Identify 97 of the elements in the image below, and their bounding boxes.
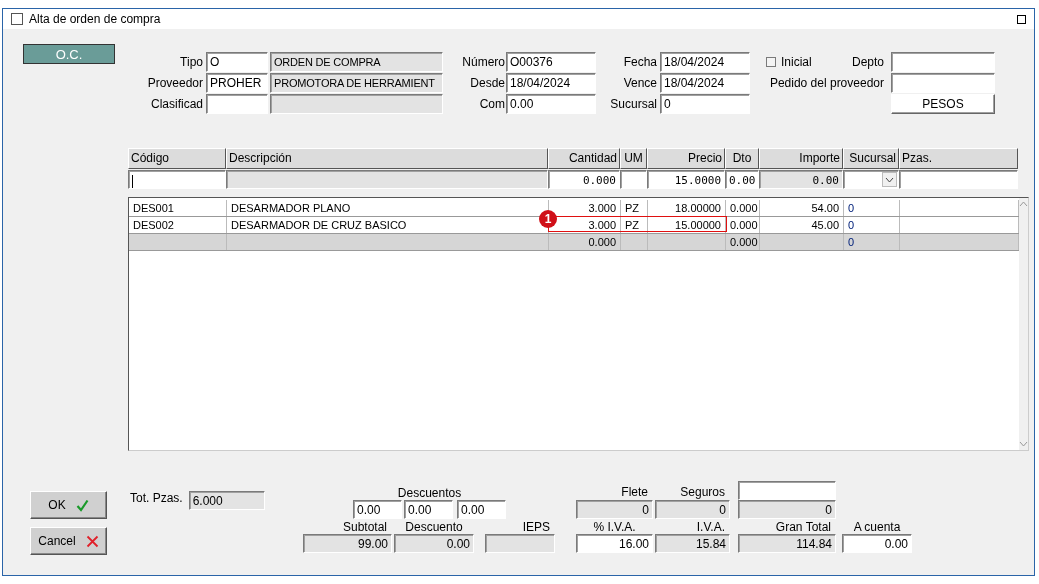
field-label: Número xyxy=(461,53,505,71)
input-field[interactable]: 18/04/2024 xyxy=(660,72,750,93)
table-cell: 0 xyxy=(844,234,900,250)
field-label: Gran Total xyxy=(774,520,832,534)
field-label: Desde xyxy=(469,74,505,92)
input-field[interactable] xyxy=(128,170,226,189)
caret-icon xyxy=(882,172,897,187)
read-only-field xyxy=(485,534,555,553)
table-cell: 0.000 xyxy=(726,200,760,216)
input-field[interactable] xyxy=(620,170,647,189)
ok-button[interactable]: OK xyxy=(30,491,107,519)
read-only-field: 0.00 xyxy=(759,170,843,189)
field-label: Subtotal xyxy=(341,520,388,534)
field-label: Descuentos xyxy=(397,486,462,500)
dropdown-field[interactable] xyxy=(843,170,899,189)
field-label: A cuenta xyxy=(852,520,902,534)
field-label: Tipo xyxy=(179,53,203,71)
field-label: Com xyxy=(478,95,505,113)
checkbox-label[interactable]: Inicial xyxy=(781,51,812,72)
input-field[interactable] xyxy=(891,51,995,72)
input-field[interactable]: 18/04/2024 xyxy=(660,51,750,72)
input-field[interactable] xyxy=(891,72,995,93)
input-field[interactable]: 0.00 xyxy=(457,500,506,519)
field-label: Seguros xyxy=(679,485,726,499)
window-title: Alta de orden de compra xyxy=(29,12,161,26)
input-field[interactable]: O xyxy=(206,51,268,72)
read-only-field: 0 xyxy=(738,500,836,519)
column-header[interactable]: Código xyxy=(128,148,226,169)
input-field[interactable]: 0.00 xyxy=(842,534,912,553)
input-field[interactable] xyxy=(738,481,836,500)
column-header[interactable]: Importe xyxy=(759,148,843,169)
read-only-field: 99.00 xyxy=(303,534,392,553)
table-cell: PZ xyxy=(621,200,648,216)
table-cell: 0.000 xyxy=(726,234,760,250)
table-cell: 45.00 xyxy=(760,217,844,233)
maximize-icon[interactable] xyxy=(1017,14,1026,24)
input-field[interactable]: 15.0000 xyxy=(647,170,725,189)
input-field[interactable]: PROHER xyxy=(206,72,268,93)
column-header[interactable]: Dto xyxy=(725,148,759,169)
field-label: Fecha xyxy=(622,53,657,71)
field-label: Clasificad xyxy=(149,95,203,113)
table-cell: 0 xyxy=(844,217,900,233)
table-cell: PZ xyxy=(621,217,648,233)
field-label: Proveedor xyxy=(146,74,203,92)
read-only-field: 15.84 xyxy=(655,534,730,553)
text-cursor xyxy=(132,174,133,188)
check-icon xyxy=(75,498,89,512)
checkbox[interactable] xyxy=(766,56,776,67)
read-only-field: 0 xyxy=(576,500,653,519)
input-field[interactable]: 0.00 xyxy=(506,93,596,114)
table-cell: 0 xyxy=(844,200,900,216)
input-field[interactable] xyxy=(899,170,1018,189)
field-label: Flete xyxy=(620,485,649,499)
table-cell: 54.00 xyxy=(760,200,844,216)
input-field[interactable]: 18/04/2024 xyxy=(506,72,596,93)
field-label: I.V.A. xyxy=(695,520,726,534)
field-label: Tot. Pzas. xyxy=(130,491,183,506)
field-label: IEPS xyxy=(521,520,551,534)
read-only-field: 114.84 xyxy=(738,534,836,553)
read-only-field: ORDEN DE COMPRA xyxy=(270,51,443,72)
field-label: Depto xyxy=(851,53,884,71)
field-label: % I.V.A. xyxy=(592,520,637,534)
input-field[interactable]: 0.00 xyxy=(353,500,402,519)
read-only-field: 0.00 xyxy=(394,534,474,553)
table-cell: DES001 xyxy=(129,200,227,216)
field-label: Descuento xyxy=(404,520,464,534)
window-icon xyxy=(11,13,23,25)
cancel-button[interactable]: Cancel xyxy=(30,527,107,555)
field-label: Vence xyxy=(622,74,657,92)
input-field[interactable]: 0 xyxy=(660,93,750,114)
input-field[interactable] xyxy=(206,93,268,114)
table-cell: 0.000 xyxy=(726,217,760,233)
scroll-up-icon[interactable] xyxy=(1019,201,1028,207)
field-label: Sucursal xyxy=(609,95,657,113)
read-only-field: 6.000 xyxy=(188,491,265,510)
column-header[interactable]: Sucursal xyxy=(843,148,899,169)
table-cell: 15.00000 xyxy=(648,217,726,233)
input-field[interactable]: 0.00 xyxy=(404,500,453,519)
input-field[interactable]: 0.000 xyxy=(548,170,620,189)
column-header[interactable]: UM xyxy=(620,148,647,169)
read-only-field: PROMOTORA DE HERRAMIENT xyxy=(270,72,443,93)
close-icon xyxy=(85,534,99,548)
scroll-down-icon[interactable] xyxy=(1019,441,1028,447)
currency-button[interactable]: PESOS xyxy=(891,93,995,114)
column-header[interactable]: Precio xyxy=(647,148,725,169)
column-header[interactable]: Descripción xyxy=(226,148,548,169)
column-header[interactable]: Pzas. xyxy=(899,148,1018,169)
field-label: Pedido del proveedor xyxy=(769,74,884,92)
table-cell: 0.000 xyxy=(549,234,621,250)
input-field[interactable]: O00376 xyxy=(506,51,596,72)
table-cell: 18.00000 xyxy=(648,200,726,216)
column-header[interactable]: Cantidad xyxy=(548,148,620,169)
input-field[interactable]: 16.00 xyxy=(576,534,653,553)
input-field[interactable]: 0.00 xyxy=(725,170,759,189)
scrollbar[interactable] xyxy=(1019,198,1028,450)
table-cell: DES002 xyxy=(129,217,227,233)
read-only-field: 0 xyxy=(655,500,730,519)
